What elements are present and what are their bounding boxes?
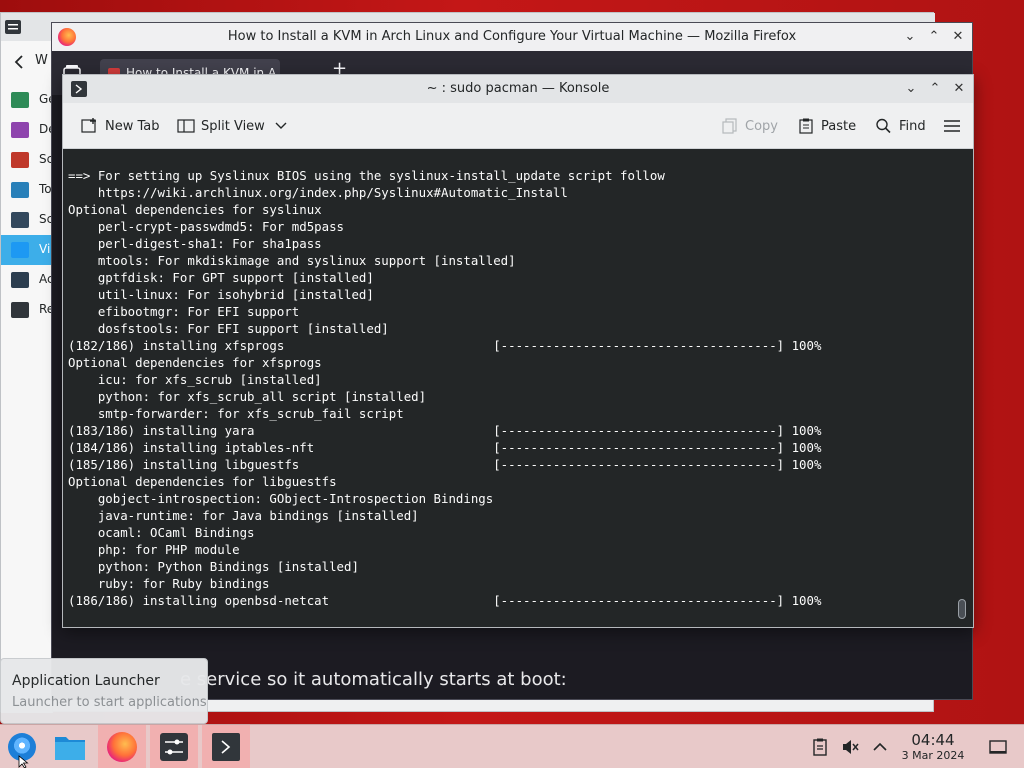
terminal-line: (183/186) installing yara [-------------… [68,423,822,438]
show-desktop-icon[interactable] [988,737,1008,757]
mouse-cursor-icon [18,755,29,768]
tooltip-title: Application Launcher [12,673,160,689]
close-icon[interactable]: ✕ [948,27,968,47]
maximize-chevron-up-icon[interactable]: ⌃ [924,27,944,47]
settings-sliders-icon [160,733,188,761]
hamburger-menu-icon[interactable] [943,118,961,134]
copy-button[interactable]: Copy [721,112,778,140]
terminal-line: (182/186) installing xfsprogs [---------… [68,338,822,353]
terminal-line: java-runtime: for Java bindings [install… [68,508,419,523]
maximize-chevron-up-icon[interactable]: ⌃ [925,79,945,99]
settings-back-button[interactable]: W [1,47,53,77]
terminal-scrollbar[interactable] [958,599,966,619]
terminal-text: ==> For setting up Syslinux BIOS using t… [68,167,821,609]
split-view-icon [177,118,195,134]
find-button[interactable]: Find [875,112,926,140]
clock-time[interactable]: 04:44 [900,731,966,749]
konsole-window-title: ~ : sudo pacman — Konsole [426,81,610,96]
split-view-label: Split View [201,118,265,134]
accessibility-icon [11,272,29,288]
terminal-line: python: for xfs_scrub_all script [instal… [68,389,427,404]
new-tab-icon [81,118,99,134]
settings-back-label: W [35,53,48,68]
clock-date[interactable]: 3 Mar 2024 [894,749,972,762]
sidebar-item-label: To [39,182,52,196]
terminal-line: python: Python Bindings [installed] [68,559,359,574]
terminal-line: Optional dependencies for syslinux [68,202,322,217]
firefox-window-title: How to Install a KVM in Arch Linux and C… [227,29,797,44]
taskbar: 04:44 3 Mar 2024 [0,724,1024,768]
konsole-task[interactable] [202,725,250,768]
firefox-icon [107,732,137,762]
copy-label: Copy [745,118,778,134]
security-icon [11,212,29,228]
application-launcher-tooltip: Application Launcher Launcher to start a… [0,658,208,724]
konsole-window: ~ : sudo pacman — Konsole ⌄ ⌃ ✕ New Tab … [62,74,974,628]
sidebar-item-shortcuts[interactable]: Sc [1,145,53,175]
terminal-line: ocaml: OCaml Bindings [68,525,255,540]
terminal-line: Optional dependencies for libguestfs [68,474,337,489]
shortcuts-icon [11,152,29,168]
volume-muted-icon[interactable] [840,737,860,757]
display-icon [11,242,29,258]
terminal-line: gptfdisk: For GPT support [installed] [68,270,374,285]
terminal-line: util-linux: For isohybrid [installed] [68,287,374,302]
sidebar-item-accessibility[interactable]: Ac [1,265,54,295]
clock-icon [11,302,29,318]
sidebar-item-security[interactable]: Sc [1,205,53,235]
chevron-down-icon[interactable]: ⌄ [900,27,920,47]
input-icon [11,182,29,198]
terminal-line: (186/186) installing openbsd-netcat [---… [68,593,822,608]
terminal-line: mtools: For mkdiskimage and syslinux sup… [68,253,516,268]
firefox-task[interactable] [98,725,146,768]
article-paragraph: e service so it automatically starts at … [180,669,567,690]
sidebar-item-workspace[interactable]: De [1,115,56,145]
chevron-left-icon [14,55,23,69]
terminal-line: Optional dependencies for xfsprogs [68,355,322,370]
terminal-line: ==> For setting up Syslinux BIOS using t… [68,168,665,183]
paste-icon [797,118,815,134]
new-tab-label: New Tab [105,118,160,134]
terminal-icon [212,733,240,761]
sidebar-item-clock[interactable]: Re [1,295,54,325]
workspace-icon [11,122,29,138]
terminal-line: gobject-introspection: GObject-Introspec… [68,491,494,506]
sidebar-item-appearance[interactable]: Ge [1,85,56,115]
terminal-line: (184/186) installing iptables-nft [-----… [68,440,822,455]
folder-icon [55,737,85,760]
sidebar-item-label: Vi [39,242,51,256]
terminal-line: dosfstools: For EFI support [installed] [68,321,389,336]
close-icon[interactable]: ✕ [949,79,969,99]
terminal-line: perl-crypt-passwdmd5: For md5pass [68,219,345,234]
paste-label: Paste [821,118,857,134]
paste-button[interactable]: Paste [797,112,856,140]
copy-icon [721,118,739,134]
split-view-button[interactable]: Split View [177,112,287,140]
file-manager-task[interactable] [46,725,94,768]
terminal-line: https://wiki.archlinux.org/index.php/Sys… [68,185,568,200]
terminal-line: icu: for xfs_scrub [installed] [68,372,322,387]
minimize-chevron-down-icon[interactable]: ⌄ [901,79,921,99]
terminal-line: smtp-forwarder: for xfs_scrub_fail scrip… [68,406,404,421]
settings-app-icon [5,19,21,34]
sidebar-item-input[interactable]: To [1,175,53,205]
system-settings-task[interactable] [150,725,198,768]
tooltip-subtitle: Launcher to start applications [12,695,207,710]
application-launcher-button[interactable] [0,725,44,768]
search-icon [875,118,893,134]
chevron-down-icon [275,119,287,134]
show-hidden-icons-chevron-up-icon[interactable] [870,737,890,757]
sidebar-item-display[interactable]: Vi [1,235,53,265]
terminal-line: efibootmgr: For EFI support [68,304,300,319]
terminal-line: php: for PHP module [68,542,240,557]
terminal-output-area[interactable]: ==> For setting up Syslinux BIOS using t… [63,149,973,627]
appearance-icon [11,92,29,108]
terminal-line: (185/186) installing libguestfs [-------… [68,457,822,472]
terminal-line: ruby: for Ruby bindings [68,576,270,591]
terminal-line: perl-digest-sha1: For sha1pass [68,236,322,251]
find-label: Find [899,118,926,134]
clipboard-icon[interactable] [810,737,830,757]
new-tab-button[interactable]: New Tab [81,112,160,140]
